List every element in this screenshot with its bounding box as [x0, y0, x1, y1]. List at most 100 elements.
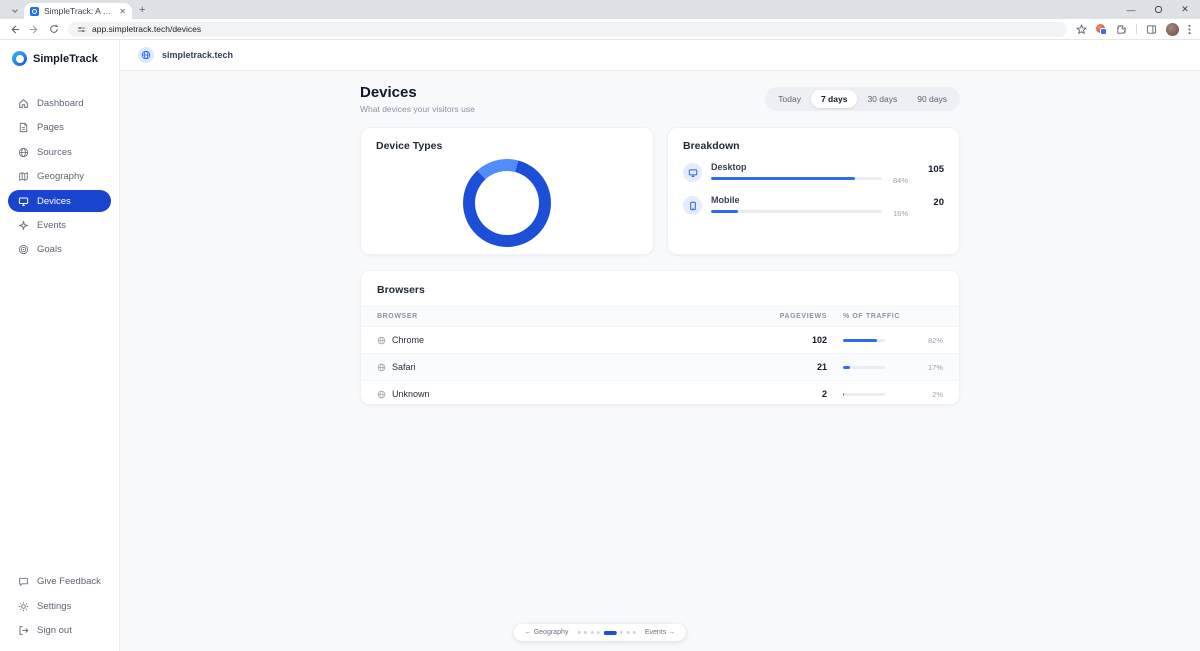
pageviews-value: 21	[757, 362, 827, 372]
site-topbar: simpletrack.tech	[120, 40, 1200, 71]
sidebar-item-label: Events	[37, 220, 66, 231]
brand[interactable]: SimpleTrack	[0, 40, 119, 74]
traffic-bar	[843, 393, 885, 396]
page-subtitle: What devices your visitors use	[360, 104, 475, 114]
browser-tabstrip: SimpleTrack: A Simply Beautifu ✕ + — ✕	[0, 0, 1200, 19]
new-tab-button[interactable]: +	[139, 4, 145, 16]
pager-dot[interactable]	[603, 631, 616, 635]
table-row-safari[interactable]: Safari 21 17%	[361, 354, 959, 381]
range-option-today[interactable]: Today	[768, 90, 811, 108]
breakdown-row-desktop: Desktop 84% 105	[683, 161, 944, 187]
pager-next-link[interactable]: Events →	[645, 629, 675, 636]
breakdown-value: 20	[933, 197, 944, 208]
gear-icon	[18, 601, 29, 612]
sidebar-item-pages[interactable]: Pages	[0, 116, 119, 141]
pager-dot[interactable]	[626, 631, 629, 634]
sidebar-item-events[interactable]: Events	[0, 213, 119, 238]
traffic-pct: 2%	[932, 390, 943, 399]
sidebar: SimpleTrack Dashboard Pages Sources Geog…	[0, 40, 120, 651]
browser-globe-icon	[377, 336, 386, 345]
monitor-icon	[683, 163, 702, 182]
page-icon	[18, 122, 29, 133]
sidebar-item-sign-out[interactable]: Sign out	[0, 619, 119, 644]
traffic-pct: 82%	[928, 336, 943, 345]
toolbar-right-icons	[1076, 23, 1191, 36]
phone-icon	[683, 196, 702, 215]
column-traffic: % OF TRAFFIC	[843, 313, 943, 320]
tab-search-button[interactable]	[8, 4, 22, 17]
pager-prev-link[interactable]: ← Geography	[525, 629, 569, 636]
url-text: app.simpletrack.tech/devices	[92, 24, 201, 34]
page-header: Devices What devices your visitors use	[360, 84, 475, 114]
sidebar-item-label: Goals	[37, 244, 62, 255]
url-bar[interactable]: app.simpletrack.tech/devices	[68, 22, 1067, 37]
sidebar-item-dashboard[interactable]: Dashboard	[0, 91, 119, 116]
brand-name: SimpleTrack	[33, 53, 98, 65]
sidebar-item-devices[interactable]: Devices	[8, 190, 111, 212]
forward-icon[interactable]	[29, 24, 40, 35]
sidebar-item-label: Pages	[37, 122, 64, 133]
sidebar-item-give-feedback[interactable]: Give Feedback	[0, 570, 119, 595]
pager-dot[interactable]	[633, 631, 636, 634]
minimize-icon[interactable]: —	[1126, 5, 1136, 15]
device-types-title: Device Types	[376, 140, 638, 152]
page-navigator: ← Geography Events →	[514, 624, 686, 641]
sidebar-item-label: Give Feedback	[37, 576, 101, 587]
breakdown-bar	[711, 177, 882, 180]
donut-chart[interactable]	[463, 159, 551, 247]
profile-avatar[interactable]	[1166, 23, 1179, 36]
pager-dot[interactable]	[620, 631, 623, 634]
browser-globe-icon	[377, 390, 386, 399]
side-panel-icon[interactable]	[1146, 24, 1157, 35]
extensions-puzzle-icon[interactable]	[1116, 24, 1127, 35]
site-info-icon[interactable]	[77, 25, 86, 34]
range-option-90days[interactable]: 90 days	[907, 90, 957, 108]
site-name[interactable]: simpletrack.tech	[162, 50, 233, 60]
page-title: Devices	[360, 84, 475, 101]
sidebar-item-geography[interactable]: Geography	[0, 165, 119, 190]
table-row-chrome[interactable]: Chrome 102 82%	[361, 327, 959, 354]
sidebar-item-goals[interactable]: Goals	[0, 238, 119, 263]
close-icon[interactable]: ✕	[1180, 5, 1190, 15]
tab-close-icon[interactable]: ✕	[119, 7, 126, 16]
content-area: Devices What devices your visitors use T…	[120, 71, 1200, 651]
range-option-7days[interactable]: 7 days	[811, 90, 857, 108]
time-range-selector: Today 7 days 30 days 90 days	[765, 87, 960, 111]
map-icon	[18, 171, 29, 182]
tab-title: SimpleTrack: A Simply Beautifu	[44, 6, 114, 16]
reload-icon[interactable]	[49, 24, 59, 34]
home-icon	[18, 98, 29, 109]
table-header: BROWSER PAGEVIEWS % OF TRAFFIC	[361, 306, 959, 327]
table-row-unknown[interactable]: Unknown 2 2%	[361, 381, 959, 405]
pageviews-value: 2	[757, 389, 827, 399]
sidebar-item-label: Devices	[37, 196, 71, 207]
pager-dot[interactable]	[597, 631, 600, 634]
sidebar-item-label: Sign out	[37, 625, 72, 636]
menu-kebab-icon[interactable]	[1188, 24, 1191, 35]
device-types-card: Device Types	[360, 127, 654, 255]
back-icon[interactable]	[9, 24, 20, 35]
range-option-30days[interactable]: 30 days	[857, 90, 907, 108]
sidebar-item-sources[interactable]: Sources	[0, 140, 119, 165]
browser-globe-icon	[377, 363, 386, 372]
browser-tab[interactable]: SimpleTrack: A Simply Beautifu ✕	[24, 3, 132, 19]
sidebar-nav: Dashboard Pages Sources Geography Device…	[0, 91, 119, 262]
browsers-title: Browsers	[361, 284, 959, 296]
maximize-icon[interactable]	[1155, 6, 1162, 13]
traffic-bar	[843, 366, 885, 369]
extension-badge-icon[interactable]	[1096, 24, 1107, 35]
breakdown-label: Mobile	[711, 195, 882, 205]
sidebar-item-settings[interactable]: Settings	[0, 594, 119, 619]
column-pageviews: PAGEVIEWS	[757, 313, 827, 320]
pager-dot[interactable]	[577, 631, 580, 634]
column-browser: BROWSER	[377, 313, 757, 320]
bookmark-star-icon[interactable]	[1076, 24, 1087, 35]
breakdown-pct: 84%	[893, 176, 908, 185]
sidebar-item-label: Sources	[37, 147, 72, 158]
pageviews-value: 102	[757, 335, 827, 345]
chevron-down-icon	[11, 7, 19, 15]
sidebar-item-label: Geography	[37, 171, 84, 182]
pager-dot[interactable]	[590, 631, 593, 634]
pager-dot[interactable]	[584, 631, 587, 634]
chat-icon	[18, 576, 29, 587]
